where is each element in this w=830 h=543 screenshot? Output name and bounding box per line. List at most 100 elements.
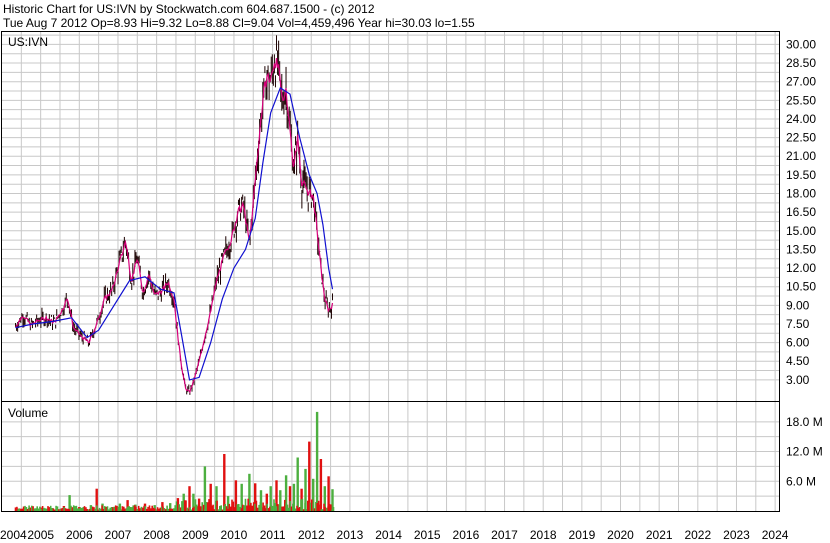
volume-bar [49, 505, 52, 511]
volume-bar [136, 509, 139, 511]
volume-bar [17, 509, 19, 511]
volume-bar [58, 509, 60, 511]
volume-bar [72, 505, 75, 511]
volume-bar [141, 507, 144, 511]
volume-bar [308, 441, 311, 511]
volume-bar [193, 506, 195, 511]
volume-bar [158, 508, 160, 511]
volume-tick-label: 6.0 M [786, 474, 816, 488]
volume-bar [52, 508, 55, 511]
year-tick-label: 2017 [491, 528, 518, 542]
volume-bar [250, 502, 252, 511]
volume-bar [68, 509, 71, 511]
volume-bar [331, 509, 333, 511]
volume-bar [109, 507, 111, 511]
volume-bar [60, 508, 63, 511]
volume-bar [196, 504, 198, 511]
volume-bar [118, 508, 121, 511]
year-tick-label: 2008 [143, 528, 170, 542]
volume-bar [296, 457, 299, 511]
volume-bar [185, 500, 187, 511]
volume-bar [332, 507, 335, 511]
year-tick-label: 2016 [453, 528, 480, 542]
volume-bar [167, 508, 170, 511]
price-tick-label: 27.00 [786, 75, 816, 89]
year-tick-label: 2018 [530, 528, 557, 542]
year-tick-label: 2020 [607, 528, 634, 542]
year-tick-label: 2007 [105, 528, 132, 542]
price-tick-label: 19.50 [786, 168, 816, 182]
volume-bar [93, 507, 95, 511]
price-tick-label: 9.00 [786, 298, 810, 312]
volume-bar [319, 459, 323, 511]
volume-bar [86, 509, 88, 511]
volume-bar [239, 506, 241, 511]
year-tick-label: 2021 [646, 528, 673, 542]
volume-bar [251, 505, 254, 511]
moving-averages [15, 58, 334, 394]
price-axis-labels: 3.00 4.50 6.00 7.50 9.00 10.50 12.00 13.50 15.00… [786, 37, 816, 387]
volume-bar [201, 502, 203, 511]
volume-bar [311, 499, 313, 511]
volume-bar [198, 506, 201, 511]
year-tick-label: 2022 [684, 528, 711, 542]
volume-bar [316, 503, 318, 511]
volume-bar [152, 507, 155, 511]
price-tick-label: 13.50 [786, 242, 816, 256]
grid-lines [2, 32, 779, 511]
volume-bar [178, 504, 180, 511]
year-tick-label: 2009 [182, 528, 209, 542]
volume-bar [43, 507, 45, 511]
volume-bar [37, 508, 40, 511]
volume-bar [35, 508, 37, 511]
volume-bar [78, 508, 80, 511]
volume-bar [305, 509, 308, 511]
ma-slow-line [15, 86, 334, 381]
volume-bar [228, 503, 231, 511]
volume-bar [297, 507, 300, 511]
price-tick-label: 7.50 [786, 317, 810, 331]
price-bars [15, 35, 334, 395]
volume-bar [320, 509, 323, 511]
volume-bar [121, 506, 124, 511]
volume-bar [147, 506, 149, 511]
year-tick-label: 2006 [66, 528, 93, 542]
volume-bar [75, 505, 78, 511]
volume-bar [181, 501, 183, 511]
year-tick-label: 2011 [260, 528, 286, 542]
price-tick-label: 22.50 [786, 131, 816, 145]
volume-bar [265, 508, 267, 511]
volume-bar [301, 498, 304, 511]
volume-bar [45, 508, 48, 511]
volume-tick-label: 12.0 M [786, 445, 823, 459]
year-tick-label: 2019 [569, 528, 596, 542]
volume-bar [29, 507, 32, 511]
volume-bar [95, 505, 98, 511]
volume-bar [144, 506, 147, 511]
year-tick-label: 2023 [723, 528, 750, 542]
volume-bar [231, 499, 233, 511]
volume-bar [256, 507, 259, 511]
volume-tick-label: 18.0 M [786, 415, 823, 429]
volume-bar [205, 502, 208, 511]
volume-bar [155, 509, 157, 511]
volume-bar [32, 506, 34, 511]
price-tick-label: 28.50 [786, 56, 816, 70]
volume-bar [317, 500, 320, 511]
volume-bar [129, 507, 132, 511]
volume-bar [294, 508, 297, 511]
volume-bar [236, 504, 239, 511]
volume-bar [139, 508, 141, 511]
volume-bar [313, 508, 316, 511]
year-tick-label: 2004 [0, 528, 27, 542]
year-tick-label: 2005 [27, 528, 54, 542]
volume-bar [173, 508, 175, 511]
volume-bar [208, 499, 210, 511]
volume-bar [279, 505, 282, 511]
volume-bar [90, 508, 93, 511]
volume-bar [277, 504, 279, 511]
price-tick-label: 3.00 [786, 373, 810, 387]
volume-bar [254, 503, 256, 511]
volume-bar [135, 506, 137, 511]
volume-bar [293, 507, 295, 511]
